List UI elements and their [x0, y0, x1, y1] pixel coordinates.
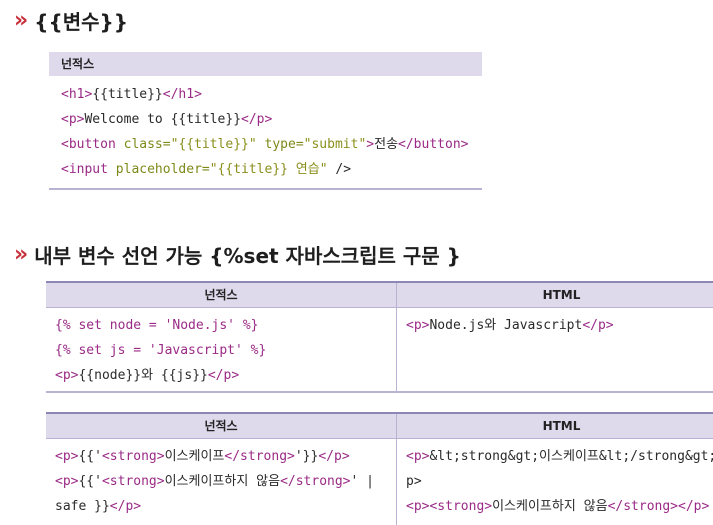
html-code-cell: <p>Node.js와 Javascript</p>: [397, 308, 713, 391]
col-header-html: HTML: [542, 419, 581, 433]
col-header-nunjucks: 넌적스: [46, 414, 397, 438]
code-token: <p>: [406, 318, 430, 333]
section-heading-set-variable: » 내부 변수 선언 가능 {%set 자바스크립트 구문 }: [14, 240, 461, 269]
code-token: Welcome to {{title}}: [84, 112, 242, 127]
table-row: {% set node = 'Node.js' %} {% set js = 'J…: [46, 308, 713, 391]
code-token: 이스케이프하지 않음: [164, 474, 281, 489]
code-token: <p>: [55, 368, 79, 383]
table-row: <p>{{'<strong>이스케이프</strong>'}}</p> <p>{{…: [46, 439, 713, 525]
comparison-table-escape: 넌적스 HTML <p>{{'<strong>이스케이프</strong>'}}…: [46, 412, 713, 525]
code-token: <input: [61, 162, 116, 177]
section-title: 내부 변수 선언 가능 {%set 자바스크립트 구문 }: [34, 244, 461, 268]
nunjucks-code-cell: <p>{{'<strong>이스케이프</strong>'}}</p> <p>{{…: [46, 439, 397, 525]
code-token: safe }}: [55, 499, 110, 514]
html-code-cell: <p>&lt;strong&gt;이스케이프&lt;/strong&gt; p> <…: [397, 439, 713, 525]
code-token: <p>: [55, 474, 79, 489]
code-token: {% set js = 'Javascript' %}: [55, 343, 267, 358]
syntax-box: 넌적스 <h1>{{title}}</h1> <p>Welcome to {{ti…: [49, 52, 482, 190]
code-token: "{{title}}": [170, 137, 257, 152]
code-token: {{title}}: [92, 87, 163, 102]
code-token: <h1>: [61, 87, 93, 102]
code-line: <input placeholder="{{title}} 연습" />: [61, 157, 482, 182]
code-token: ' |: [350, 474, 374, 489]
code-token: type=: [264, 137, 304, 152]
code-line: {% set js = 'Javascript' %}: [55, 338, 396, 363]
code-line: <p>{{node}}와 {{js}}</p>: [55, 363, 396, 388]
code-token: Node.js와 Javascript: [429, 318, 583, 333]
col-header-html: HTML: [542, 288, 581, 302]
code-token: <p>: [406, 449, 430, 464]
code-line: <p><strong>이스케이프하지 않음</strong></p>: [406, 494, 713, 519]
code-token: <p><strong>: [406, 499, 493, 514]
code-token: 이스케이프: [164, 449, 225, 464]
code-token: {% set node = 'Node.js' %}: [55, 318, 259, 333]
code-token: </p>: [109, 499, 142, 514]
code-token: '}}: [294, 449, 319, 464]
code-token: </p>: [241, 112, 273, 127]
code-line: <p>{{'<strong>이스케이프하지 않음</strong>' |: [55, 469, 396, 494]
code-line: <button class="{{title}}" type="submit">…: [61, 132, 482, 157]
code-token: 전송: [374, 137, 399, 152]
code-line: p>: [406, 469, 713, 494]
code-token: <button: [61, 137, 124, 152]
code-token: &lt;strong&gt;이스케이프&lt;/strong&gt;: [429, 449, 713, 464]
code-token: </strong>: [280, 474, 351, 489]
code-token: p>: [406, 474, 422, 489]
code-token: </p>: [582, 318, 614, 333]
code-token: </strong></p>: [607, 499, 710, 514]
code-token: </button>: [398, 137, 469, 152]
section-title: {{변수}}: [34, 10, 128, 34]
code-token: >: [366, 137, 375, 152]
code-token: <p>: [61, 112, 85, 127]
code-token: </strong>: [224, 449, 295, 464]
code-token: 이스케이프하지 않음: [492, 499, 608, 514]
code-token: placeholder=: [115, 162, 210, 177]
code-token: {{': [78, 449, 102, 464]
comparison-table-set: 넌적스 HTML {% set node = 'Node.js' %} {% se…: [46, 281, 713, 393]
box-header: 넌적스: [49, 52, 482, 76]
code-token: </p>: [318, 449, 350, 464]
col-header-nunjucks: 넌적스: [46, 283, 397, 307]
code-token: "{{title}} 연습": [209, 162, 328, 177]
code-token: "submit": [303, 137, 367, 152]
code-line: <p>Welcome to {{title}}</p>: [61, 107, 482, 132]
code-token: />: [327, 162, 352, 177]
code-block: <h1>{{title}}</h1> <p>Welcome to {{title}…: [49, 76, 482, 182]
code-token: <p>: [55, 449, 79, 464]
section-heading-variables: » {{변수}}: [14, 6, 128, 35]
code-line: <p>&lt;strong&gt;이스케이프&lt;/strong&gt;: [406, 444, 713, 469]
code-token: {{node}}와 {{js}}: [78, 368, 208, 383]
code-line: safe }}</p>: [55, 494, 396, 519]
code-token: <strong>: [101, 449, 165, 464]
code-line: <p>{{'<strong>이스케이프</strong>'}}</p>: [55, 444, 396, 469]
double-chevron-icon: »: [14, 7, 28, 33]
code-line: <h1>{{title}}</h1>: [61, 82, 482, 107]
double-chevron-icon: »: [14, 241, 28, 267]
code-token: </h1>: [162, 87, 202, 102]
code-token: </p>: [207, 368, 240, 383]
table-header-row: 넌적스 HTML: [46, 283, 713, 308]
code-token: class=: [123, 137, 171, 152]
code-token: <strong>: [101, 474, 165, 489]
code-line: <p>Node.js와 Javascript</p>: [406, 313, 713, 338]
table-header-row: 넌적스 HTML: [46, 414, 713, 439]
code-token: {{': [78, 474, 102, 489]
nunjucks-code-cell: {% set node = 'Node.js' %} {% set js = 'J…: [46, 308, 397, 391]
code-line: {% set node = 'Node.js' %}: [55, 313, 396, 338]
